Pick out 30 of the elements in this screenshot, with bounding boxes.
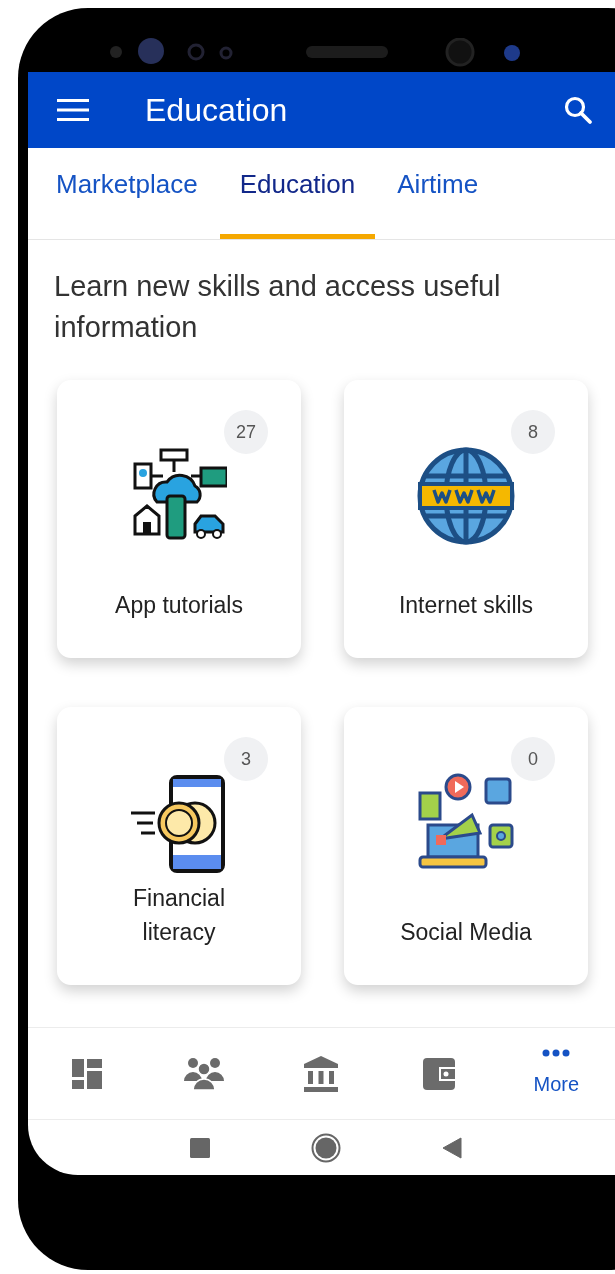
count-badge: 8: [511, 410, 555, 454]
tab[interactable]: Education: [219, 163, 376, 239]
tab[interactable]: Marketplace: [44, 163, 210, 239]
tab[interactable]: Airtime: [385, 163, 491, 239]
more-dots-icon: [542, 1049, 571, 1057]
description-text: Learn new skills and access useful information: [54, 269, 502, 345]
category-card[interactable]: App tutorials 27: [57, 380, 301, 658]
count-badge: 3: [224, 737, 268, 781]
category-card[interactable]: Internet skills 8: [344, 380, 588, 658]
people-group-icon: [184, 1057, 225, 1091]
devices-cloud-icon: [131, 446, 227, 542]
nav-item[interactable]: More: [497, 1028, 615, 1120]
card-title: Social Media: [400, 918, 532, 947]
bank-icon: [304, 1056, 339, 1092]
wallet-icon: [422, 1058, 455, 1090]
category-card[interactable]: Financial literacy 3: [57, 707, 301, 985]
home-icon[interactable]: [311, 1132, 341, 1163]
dashboard-icon: [71, 1059, 102, 1089]
card-title: Internet skills: [398, 591, 534, 620]
www-globe-icon: [416, 446, 516, 546]
menu-icon: [57, 98, 89, 122]
count-badge: 27: [224, 410, 268, 454]
back-icon[interactable]: [442, 1136, 462, 1159]
card-title: App tutorials: [115, 591, 243, 620]
category-card[interactable]: Social Media 0: [344, 707, 588, 985]
card-title: Financial literacy: [131, 884, 226, 947]
app-title: Education: [145, 91, 288, 130]
search-icon: [563, 95, 593, 125]
count-badge: 0: [511, 737, 555, 781]
recent-apps-icon[interactable]: [190, 1137, 210, 1158]
